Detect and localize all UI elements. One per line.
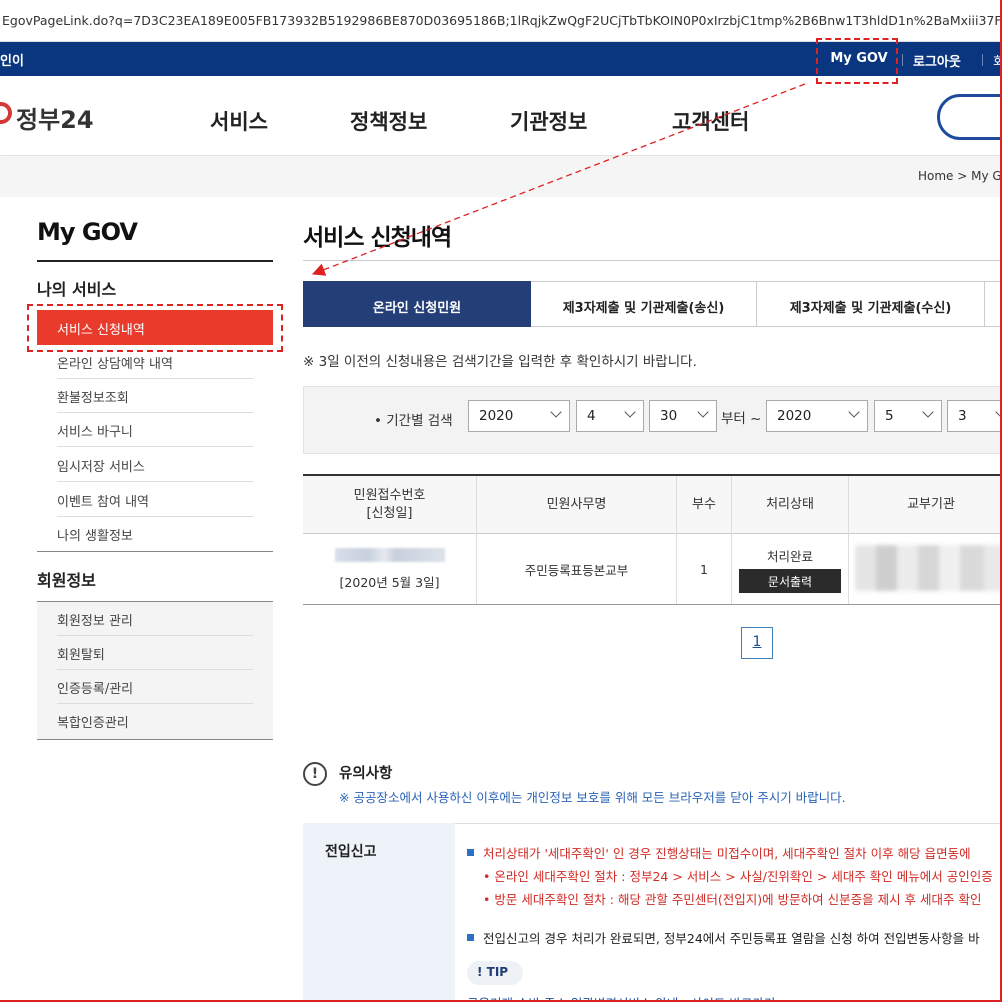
annotation-arrow (311, 83, 806, 276)
page: EgovPageLink.do?q=7D3C23EA189E005FB17393… (0, 0, 1002, 1002)
